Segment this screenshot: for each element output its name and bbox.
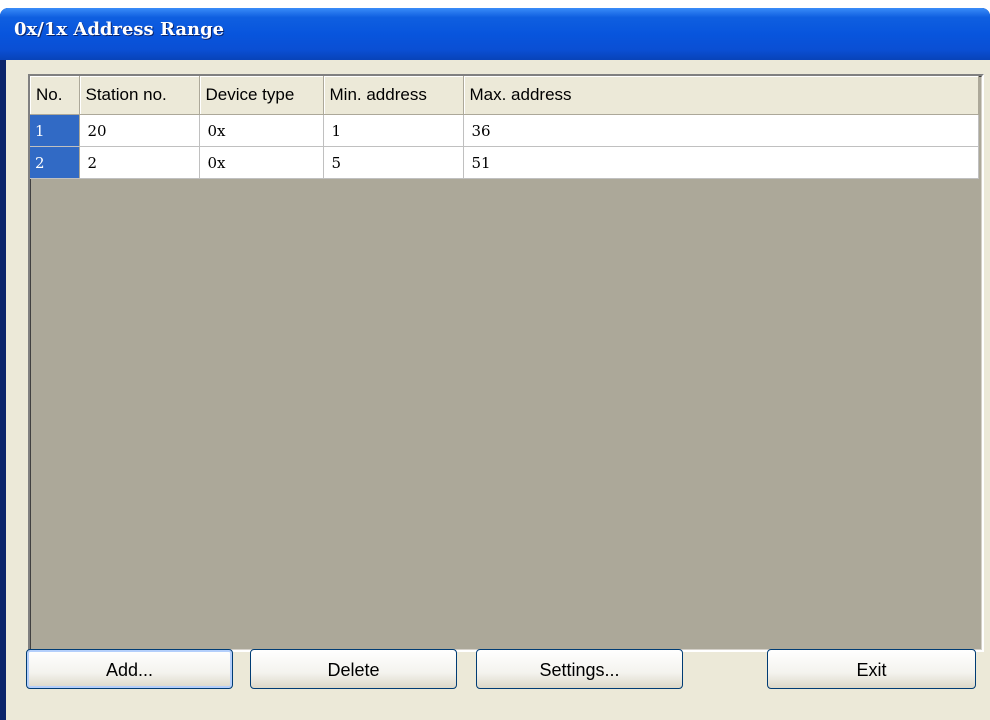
max-address-cell[interactable]: 36 — [463, 114, 979, 147]
window-title: 0x/1x Address Range — [14, 19, 225, 40]
dialog-client-area: No. Station no. Device type Min. address… — [6, 60, 990, 720]
column-header-max-address[interactable]: Max. address — [463, 76, 979, 115]
column-header-no[interactable]: No. — [30, 76, 80, 115]
station-no-cell[interactable]: 20 — [79, 114, 200, 147]
settings-button[interactable]: Settings... — [476, 649, 683, 689]
row-number-cell[interactable]: 2 — [30, 146, 80, 179]
table-row[interactable]: 2 2 0x 5 51 — [30, 146, 979, 179]
station-no-cell[interactable]: 2 — [79, 146, 200, 179]
dialog-window: 0x/1x Address Range No. Station no. Devi… — [0, 8, 990, 720]
title-bar[interactable]: 0x/1x Address Range — [0, 8, 990, 60]
table-header-row: No. Station no. Device type Min. address… — [30, 76, 979, 115]
table-row[interactable]: 1 20 0x 1 36 — [30, 114, 979, 147]
device-type-cell[interactable]: 0x — [199, 114, 324, 147]
min-address-cell[interactable]: 5 — [323, 146, 464, 179]
column-header-device-type[interactable]: Device type — [199, 76, 324, 115]
add-button[interactable]: Add... — [26, 649, 233, 689]
address-range-table: No. Station no. Device type Min. address… — [30, 76, 979, 179]
address-range-grid[interactable]: No. Station no. Device type Min. address… — [28, 74, 984, 652]
exit-button[interactable]: Exit — [767, 649, 976, 689]
row-number-cell[interactable]: 1 — [30, 114, 80, 147]
min-address-cell[interactable]: 1 — [323, 114, 464, 147]
column-header-min-address[interactable]: Min. address — [323, 76, 464, 115]
max-address-cell[interactable]: 51 — [463, 146, 979, 179]
device-type-cell[interactable]: 0x — [199, 146, 324, 179]
column-header-station-no[interactable]: Station no. — [79, 76, 200, 115]
delete-button[interactable]: Delete — [250, 649, 457, 689]
